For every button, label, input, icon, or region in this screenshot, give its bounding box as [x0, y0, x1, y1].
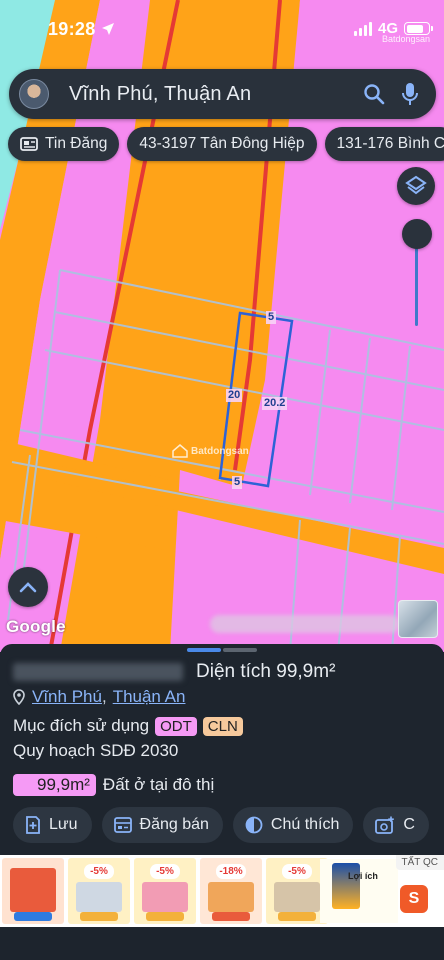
ad-featured-image	[332, 863, 360, 909]
ad-product-image	[142, 882, 188, 912]
shop-bag-icon[interactable]: S	[400, 885, 428, 913]
ad-product-1[interactable]	[2, 858, 64, 924]
top-watermark: Batdongsan	[381, 34, 430, 44]
ad-featured-title: Lợi ích	[348, 871, 378, 881]
parcel-info-panel: Diện tích 99,9m² Vĩnh Phú , Thuận An Mục…	[0, 644, 444, 855]
ad-product-5[interactable]: -5%	[266, 858, 328, 924]
chip-label: 43-3197 Tân Đông Hiệp	[139, 135, 305, 152]
add-photo-button-label: C	[403, 816, 415, 833]
chip-label: 131-176 Bình C	[336, 135, 444, 152]
ad-product-footer	[14, 912, 52, 921]
listing-icon	[20, 136, 38, 152]
layers-icon	[405, 175, 427, 195]
expand-button[interactable]	[8, 567, 48, 607]
ad-product-image	[10, 868, 56, 912]
parcel-left-dimension: 20	[226, 389, 243, 402]
parcel-top-dimension: 5	[266, 311, 277, 324]
ad-banner[interactable]: -5% -5% -18% -5% Lợi ích TẤT QC S	[0, 855, 444, 927]
chip-tin-dang[interactable]: Tin Đăng	[8, 127, 120, 161]
add-photo-button[interactable]: C	[363, 807, 429, 843]
chip-parcel-1[interactable]: 43-3197 Tân Đông Hiệp	[127, 127, 317, 161]
legend-button[interactable]: Chú thích	[232, 807, 354, 843]
legend-button-label: Chú thích	[270, 816, 340, 833]
land-use-row: 99,9m² Đất ở tại đô thị	[13, 774, 214, 796]
location-separator: ,	[101, 687, 107, 706]
parcel-location: Vĩnh Phú , Thuận An	[13, 687, 185, 707]
parcel-right-dimension: 20.2	[262, 397, 288, 410]
ad-discount: -5%	[150, 864, 180, 879]
save-button[interactable]: Lưu	[13, 807, 92, 843]
post-sale-button[interactable]: Đăng bán	[101, 807, 223, 843]
filter-chips: Tin Đăng 43-3197 Tân Đông Hiệp 131-176 B…	[8, 127, 444, 161]
post-sale-button-label: Đăng bán	[139, 816, 209, 833]
ad-product-footer	[80, 912, 118, 921]
avatar[interactable]	[19, 79, 49, 109]
bottom-safe-area	[0, 927, 444, 960]
contrast-icon	[245, 816, 263, 834]
drag-handle[interactable]	[187, 648, 257, 652]
chevron-up-icon	[19, 582, 37, 593]
layers-button[interactable]	[397, 167, 435, 205]
land-purpose-row: Mục đích sử dụng ODT CLN	[13, 716, 243, 736]
ad-product-2[interactable]: -5%	[68, 858, 130, 924]
map-watermark-text: Batdongsan	[191, 445, 249, 457]
house-logo-icon	[172, 444, 188, 458]
blurred-caption	[210, 615, 400, 633]
ad-product-footer	[278, 912, 316, 921]
opacity-slider-track[interactable]	[415, 240, 418, 326]
ad-product-footer	[146, 912, 184, 921]
ad-product-image	[274, 882, 320, 912]
tag-odt[interactable]: ODT	[155, 716, 197, 736]
opacity-slider-knob[interactable]	[402, 219, 432, 249]
ad-product-footer	[212, 912, 250, 921]
land-purpose-label: Mục đích sử dụng	[13, 716, 150, 735]
ad-product-image	[76, 882, 122, 912]
status-bar: 19:28 4G Batdongsan	[0, 0, 444, 60]
signal-icon	[353, 21, 372, 36]
location-arrow-icon	[102, 23, 114, 35]
google-attribution: Google	[6, 617, 66, 636]
land-use-description: Đất ở tại đô thị	[102, 775, 215, 794]
status-time: 19:28	[48, 19, 96, 39]
street-thumbnail[interactable]	[398, 600, 438, 638]
parcel-area-title: Diện tích 99,9m²	[196, 661, 336, 682]
location-pin-icon	[13, 689, 25, 705]
chip-parcel-2[interactable]: 131-176 Bình C	[324, 127, 444, 161]
district-link[interactable]: Thuận An	[113, 687, 186, 707]
bookmark-add-icon	[25, 816, 41, 834]
search-icon[interactable]	[360, 80, 388, 108]
ad-product-4[interactable]: -18%	[200, 858, 262, 924]
save-button-label: Lưu	[49, 816, 78, 833]
tag-cln[interactable]: CLN	[202, 716, 243, 736]
search-bar[interactable]: Vĩnh Phú, Thuận An	[9, 69, 436, 119]
parcel-bottom-dimension: 5	[232, 476, 243, 489]
blurred-parcel-id	[13, 663, 183, 681]
ad-product-3[interactable]: -5%	[134, 858, 196, 924]
ad-featured-product[interactable]: Lợi ích	[320, 859, 398, 923]
add-photo-icon	[375, 816, 395, 834]
parcel-title-row: Diện tích 99,9m²	[13, 660, 433, 684]
map-view[interactable]: 5 20 20.2 5 Batdongsan 19:28 4G Batdongs…	[0, 0, 444, 652]
ad-close-button[interactable]: TẤT QC	[395, 855, 444, 870]
post-sale-icon	[113, 817, 132, 833]
chip-label: Tin Đăng	[45, 135, 108, 152]
search-query[interactable]: Vĩnh Phú, Thuận An	[69, 83, 360, 106]
action-buttons: Lưu Đăng bán Chú thích C	[13, 807, 429, 843]
map-watermark: Batdongsan	[172, 444, 249, 458]
ad-discount: -5%	[84, 864, 114, 879]
ad-discount: -18%	[216, 864, 246, 879]
land-use-area: 99,9m²	[13, 774, 96, 796]
ad-discount: -5%	[282, 864, 312, 879]
ad-product-image	[208, 882, 254, 912]
planning-label: Quy hoạch SDĐ 2030	[13, 741, 179, 760]
ward-link[interactable]: Vĩnh Phú	[32, 687, 102, 707]
microphone-icon[interactable]	[396, 80, 424, 108]
